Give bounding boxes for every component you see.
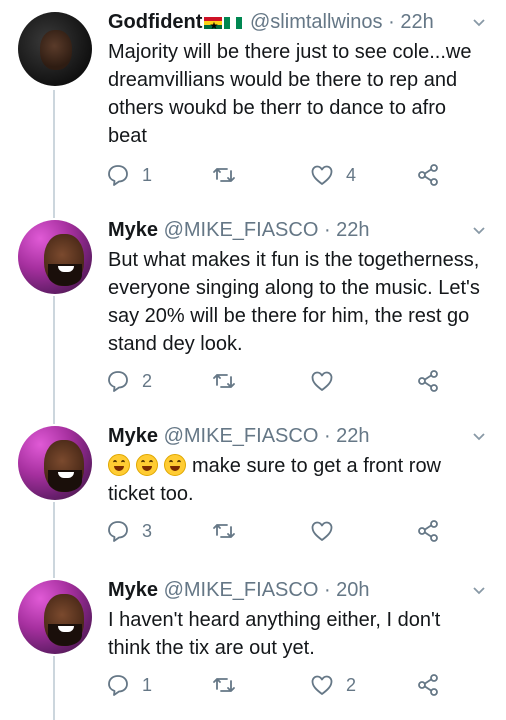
- separator-dot: ·: [388, 11, 395, 33]
- user-handle[interactable]: @MIKE_FIASCO: [164, 219, 319, 241]
- display-name[interactable]: Myke: [108, 219, 158, 241]
- reply-icon: [108, 675, 128, 696]
- reply-button[interactable]: 2: [106, 366, 152, 396]
- tweet-actions: 1 4: [106, 160, 486, 190]
- reply-count: 1: [142, 674, 153, 695]
- like-button[interactable]: [310, 366, 346, 396]
- tweet-header: Myke @MIKE_FIASCO · 20h: [108, 578, 370, 602]
- like-button[interactable]: 2: [310, 670, 356, 700]
- avatar[interactable]: [18, 426, 92, 500]
- avatar[interactable]: [18, 12, 92, 86]
- share-button[interactable]: [416, 516, 440, 546]
- tweet-text-block: make sure to get a front row ticket too.: [108, 452, 488, 508]
- reply-button[interactable]: 1: [106, 160, 152, 190]
- separator-dot: ·: [323, 579, 331, 601]
- retweet-button[interactable]: [212, 670, 248, 700]
- nigeria-flag-icon: [224, 17, 243, 30]
- grinning-sweat-emoji-icon: [164, 454, 186, 476]
- tweet-actions: 2: [106, 366, 486, 396]
- tweet[interactable]: Myke @MIKE_FIASCO · 22h make sure to get…: [0, 412, 506, 566]
- grinning-sweat-emoji-icon: [136, 454, 158, 476]
- ghana-flag-icon: [204, 15, 223, 39]
- display-name[interactable]: Myke: [108, 425, 158, 447]
- like-count: 2: [346, 674, 357, 695]
- retweet-button[interactable]: [212, 516, 248, 546]
- heart-icon: [311, 371, 333, 391]
- like-button[interactable]: [310, 516, 346, 546]
- avatar[interactable]: [18, 580, 92, 654]
- retweet-icon: [213, 168, 235, 182]
- share-icon: [418, 164, 438, 186]
- reply-count: 3: [142, 520, 153, 541]
- chevron-down-icon[interactable]: [472, 430, 486, 444]
- share-icon: [418, 674, 438, 696]
- chevron-down-icon[interactable]: [472, 584, 486, 598]
- share-button[interactable]: [416, 670, 440, 700]
- share-button[interactable]: [416, 366, 440, 396]
- flag-emojis: [204, 11, 244, 39]
- share-button[interactable]: [416, 160, 440, 190]
- tweet[interactable]: Godfident @slimtallwinos · 22h Majority …: [0, 0, 506, 206]
- chevron-down-icon[interactable]: [472, 224, 486, 238]
- tweet-text: Majority will be there just to see cole.…: [108, 41, 472, 147]
- reply-icon: [108, 165, 128, 186]
- reply-icon: [108, 371, 128, 392]
- retweet-icon: [213, 524, 235, 538]
- retweet-button[interactable]: [212, 366, 248, 396]
- user-handle[interactable]: @MIKE_FIASCO: [164, 425, 319, 447]
- retweet-icon: [213, 374, 235, 388]
- display-name[interactable]: Myke: [108, 579, 158, 601]
- timestamp[interactable]: 22h: [336, 425, 369, 447]
- reply-button[interactable]: 1: [106, 670, 152, 700]
- retweet-icon: [213, 678, 235, 692]
- like-count: 4: [346, 164, 357, 185]
- heart-icon: [311, 521, 333, 541]
- tweet-text: make sure to get a front row ticket too.: [108, 455, 442, 505]
- user-handle[interactable]: @MIKE_FIASCO: [164, 579, 319, 601]
- separator-dot: ·: [323, 425, 331, 447]
- grinning-sweat-emoji-icon: [108, 454, 130, 476]
- reply-count: 1: [142, 164, 153, 185]
- reply-count: 2: [142, 370, 153, 391]
- chevron-down-icon[interactable]: [472, 16, 486, 30]
- reply-button[interactable]: 3: [106, 516, 152, 546]
- avatar[interactable]: [18, 220, 92, 294]
- heart-icon: [311, 165, 333, 185]
- user-handle[interactable]: @slimtallwinos: [250, 11, 383, 33]
- tweet[interactable]: Myke @MIKE_FIASCO · 22h But what makes i…: [0, 206, 506, 412]
- tweet-text: But what makes it fun is the togethernes…: [108, 249, 480, 355]
- tweet-header: Godfident @slimtallwinos · 22h: [108, 10, 434, 39]
- tweet-actions: 3: [106, 516, 486, 546]
- retweet-button[interactable]: [212, 160, 248, 190]
- separator-dot: ·: [323, 219, 331, 241]
- timestamp[interactable]: 22h: [400, 11, 433, 33]
- tweet-header: Myke @MIKE_FIASCO · 22h: [108, 218, 370, 242]
- display-name[interactable]: Godfident: [108, 11, 202, 33]
- timestamp[interactable]: 20h: [336, 579, 369, 601]
- heart-icon: [311, 675, 333, 695]
- share-icon: [418, 520, 438, 542]
- timestamp[interactable]: 22h: [336, 219, 369, 241]
- tweet-actions: 1 2: [106, 670, 486, 700]
- tweet-text: I haven't heard anything either, I don't…: [108, 609, 441, 659]
- like-button[interactable]: 4: [310, 160, 356, 190]
- share-icon: [418, 370, 438, 392]
- tweet[interactable]: Myke @MIKE_FIASCO · 20h I haven't heard …: [0, 566, 506, 720]
- reply-icon: [108, 521, 128, 542]
- tweet-header: Myke @MIKE_FIASCO · 22h: [108, 424, 370, 448]
